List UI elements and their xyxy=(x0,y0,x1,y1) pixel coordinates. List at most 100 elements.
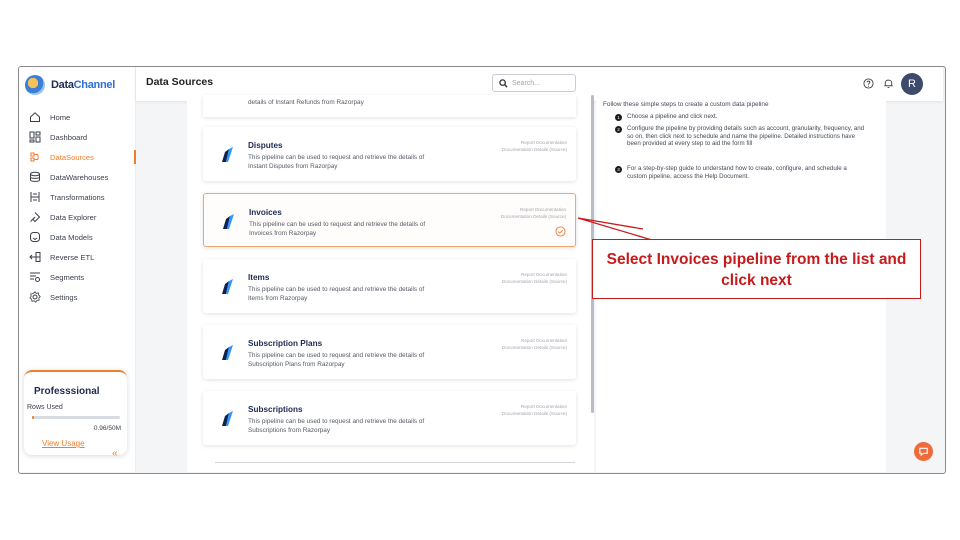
pipeline-card-invoices[interactable]: Invoices This pipeline can be used to re… xyxy=(203,193,576,247)
help-step: 1 Choose a pipeline and click next. xyxy=(615,113,865,121)
rows-used-value: 0.96/50M xyxy=(93,425,121,432)
rows-used-fill xyxy=(32,416,34,419)
documentation-details-link[interactable]: Documentation Details (Source) xyxy=(502,344,567,351)
pipeline-card-partial[interactable]: details of Instant Refunds from Razorpay xyxy=(203,95,576,117)
plan-title: Professsional xyxy=(34,386,100,397)
segments-icon xyxy=(29,271,41,283)
rows-used-progress xyxy=(32,416,120,419)
check-circle-icon xyxy=(555,226,566,237)
chat-button[interactable] xyxy=(914,442,933,461)
pipeline-description: details of Instant Refunds from Razorpay xyxy=(248,99,364,106)
step-number: 1 xyxy=(615,113,622,121)
razorpay-logo-icon xyxy=(222,147,233,162)
report-documentation-link[interactable]: Report Documentation xyxy=(502,403,567,410)
step-text: For a step-by-step guide to understand h… xyxy=(627,165,847,180)
sidebar-item-label: Transformations xyxy=(50,192,105,202)
help-icon[interactable] xyxy=(863,78,874,89)
sidebar-item-label: Data Explorer xyxy=(50,212,97,222)
pipeline-title: Subscription Plans xyxy=(248,339,323,348)
help-step: 2 Configure the pipeline by providing de… xyxy=(615,125,865,148)
step-text: Configure the pipeline by providing deta… xyxy=(627,125,865,148)
doc-links: Report Documentation Documentation Detail… xyxy=(502,403,567,417)
pipeline-title: Items xyxy=(248,273,270,282)
pipeline-card-items[interactable]: Items This pipeline can be used to reque… xyxy=(203,259,576,313)
razorpay-logo-icon xyxy=(223,214,234,229)
callout-text: Select Invoices pipeline from the list a… xyxy=(606,251,907,289)
reverse-etl-icon xyxy=(29,251,41,263)
sidebar-item-label: Settings xyxy=(50,292,78,302)
home-icon xyxy=(29,111,41,123)
pipeline-description: This pipeline can be used to request and… xyxy=(249,221,426,237)
step-number: 3 xyxy=(615,165,622,173)
view-usage-link[interactable]: View Usage xyxy=(42,439,85,448)
chat-icon xyxy=(919,447,928,457)
sidebar-item-settings[interactable]: Settings xyxy=(19,287,136,307)
database-icon xyxy=(29,171,41,183)
app-logo[interactable]: DataChannel xyxy=(25,75,115,95)
step-number: 2 xyxy=(615,125,622,133)
sidebar-item-dashboard[interactable]: Dashboard xyxy=(19,127,136,147)
documentation-details-link[interactable]: Documentation Details (Source) xyxy=(502,410,567,417)
doc-links: Report Documentation Documentation Detail… xyxy=(501,206,566,220)
sidebar-item-label: Dashboard xyxy=(50,132,88,142)
models-icon xyxy=(29,231,41,243)
rows-used-label: Rows Used xyxy=(27,404,63,411)
sidebar-item-label: Segments xyxy=(50,272,85,282)
help-intro-text: Follow these simple steps to create a cu… xyxy=(603,101,769,108)
transform-icon xyxy=(29,191,41,203)
sidebar-item-label: DataSources xyxy=(50,152,94,162)
explorer-icon xyxy=(29,211,41,223)
gear-icon xyxy=(29,291,41,303)
doc-links: Report Documentation Documentation Detail… xyxy=(502,139,567,153)
sidebar-item-datasources[interactable]: DataSources xyxy=(19,147,136,167)
documentation-details-link[interactable]: Documentation Details (Source) xyxy=(502,146,567,153)
pipeline-description: This pipeline can be used to request and… xyxy=(248,418,425,434)
doc-links: Report Documentation Documentation Detail… xyxy=(502,271,567,285)
search-input[interactable]: Search... xyxy=(492,74,576,92)
pipeline-description: This pipeline can be used to request and… xyxy=(248,352,425,368)
collapse-sidebar-icon[interactable]: « xyxy=(112,448,118,459)
documentation-details-link[interactable]: Documentation Details (Source) xyxy=(501,213,566,220)
doc-links: Report Documentation Documentation Detail… xyxy=(502,337,567,351)
documentation-details-link[interactable]: Documentation Details (Source) xyxy=(502,278,567,285)
sidebar-item-reverse-etl[interactable]: Reverse ETL xyxy=(19,247,136,267)
pipeline-card-subscription-plans[interactable]: Subscription Plans This pipeline can be … xyxy=(203,325,576,379)
sidebar-item-label: Reverse ETL xyxy=(50,252,95,262)
plan-usage-card: Professsional Rows Used 0.96/50M View Us… xyxy=(24,370,127,455)
pipeline-title: Invoices xyxy=(249,208,282,217)
sidebar-item-label: Home xyxy=(50,112,71,122)
sidebar-item-data-models[interactable]: Data Models xyxy=(19,227,136,247)
avatar[interactable]: R xyxy=(901,73,923,95)
sidebar: DataChannel Home Dashboard DataSources D… xyxy=(19,67,136,472)
pipeline-description: This pipeline can be used to request and… xyxy=(248,154,425,170)
pipeline-card-subscriptions[interactable]: Subscriptions This pipeline can be used … xyxy=(203,391,576,445)
sidebar-item-label: Data Models xyxy=(50,232,93,242)
bell-icon[interactable] xyxy=(883,77,894,89)
report-documentation-link[interactable]: Report Documentation xyxy=(502,271,567,278)
help-step: 3 For a step-by-step guide to understand… xyxy=(615,165,865,180)
datasources-icon xyxy=(29,151,41,163)
razorpay-logo-icon xyxy=(222,279,233,294)
pipeline-list: details of Instant Refunds from Razorpay… xyxy=(187,95,594,472)
search-placeholder: Search... xyxy=(512,79,541,87)
report-documentation-link[interactable]: Report Documentation xyxy=(501,206,566,213)
sidebar-item-transformations[interactable]: Transformations xyxy=(19,187,136,207)
sidebar-item-home[interactable]: Home xyxy=(19,107,136,127)
pipeline-card-disputes[interactable]: Disputes This pipeline can be used to re… xyxy=(203,127,576,181)
razorpay-logo-icon xyxy=(222,345,233,360)
instruction-callout: Select Invoices pipeline from the list a… xyxy=(592,239,921,299)
page-title: Data Sources xyxy=(146,76,214,88)
pipeline-title: Subscriptions xyxy=(248,405,303,414)
sidebar-item-segments[interactable]: Segments xyxy=(19,267,136,287)
step-text: Choose a pipeline and click next. xyxy=(627,113,718,120)
dashboard-icon xyxy=(29,131,41,143)
sidebar-item-label: DataWarehouses xyxy=(50,172,109,182)
list-divider xyxy=(215,462,575,463)
logo-text: DataChannel xyxy=(51,79,115,91)
report-documentation-link[interactable]: Report Documentation xyxy=(502,139,567,146)
pipeline-description: This pipeline can be used to request and… xyxy=(248,286,425,302)
sidebar-item-data-explorer[interactable]: Data Explorer xyxy=(19,207,136,227)
report-documentation-link[interactable]: Report Documentation xyxy=(502,337,567,344)
pipeline-title: Disputes xyxy=(248,141,283,150)
sidebar-item-datawarehouses[interactable]: DataWarehouses xyxy=(19,167,136,187)
